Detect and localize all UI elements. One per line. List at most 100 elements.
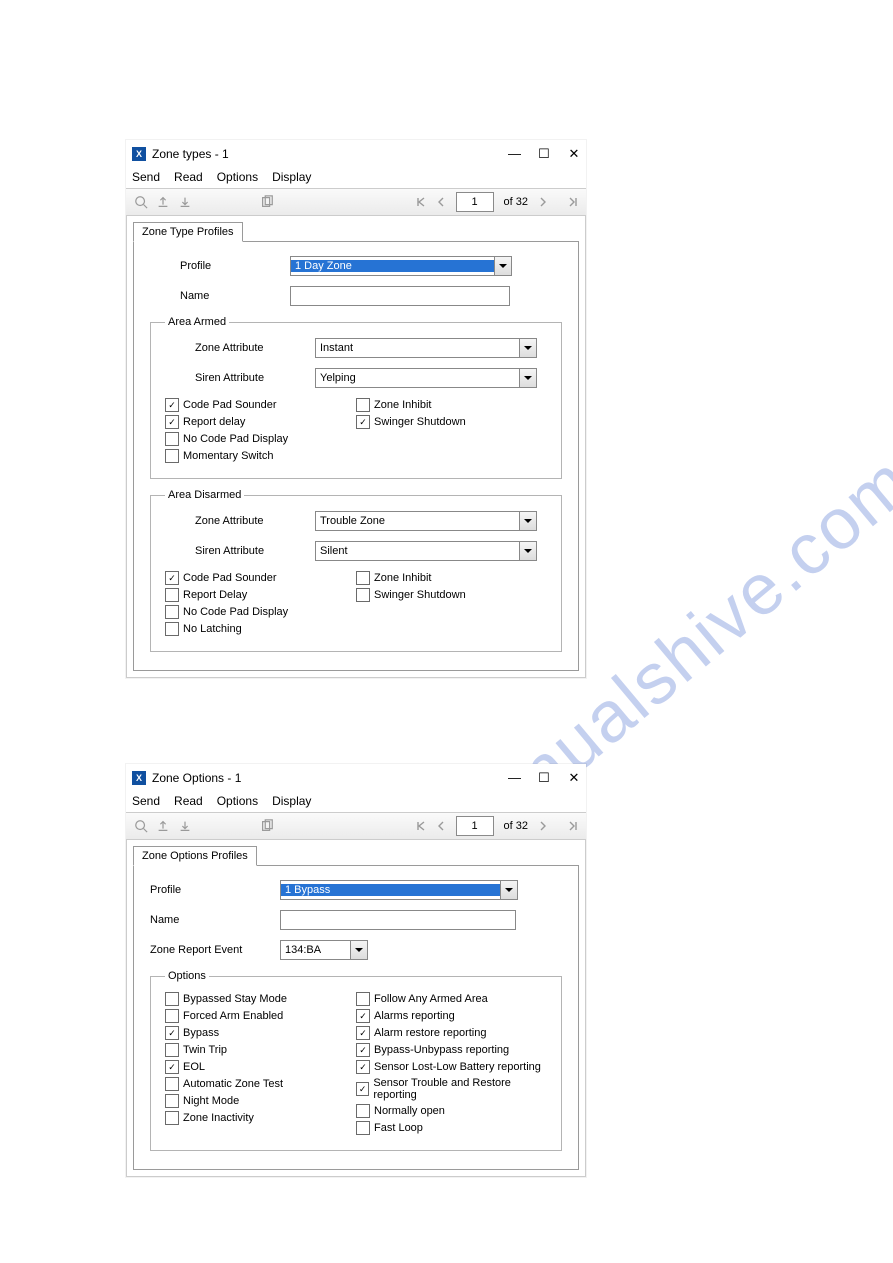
cb-forced-arm-enabled[interactable]: Forced Arm Enabled <box>165 1009 356 1023</box>
cb-code-pad-sounder[interactable]: Code Pad Sounder <box>165 571 356 585</box>
pager: 1 of 32 <box>412 192 582 212</box>
cb-zone-inhibit[interactable]: Zone Inhibit <box>356 398 547 412</box>
chevron-down-icon <box>519 369 536 387</box>
tab-panel: Profile 1 Bypass Name Zone Report Event … <box>133 865 579 1170</box>
cb-report-delay[interactable]: Report delay <box>165 415 356 429</box>
checkbox-icon <box>165 1026 179 1040</box>
search-icon[interactable] <box>130 191 152 213</box>
options-legend: Options <box>165 970 209 982</box>
disarmed-zone-attr-value: Trouble Zone <box>316 515 519 527</box>
download-icon[interactable] <box>174 815 196 837</box>
next-page-button[interactable] <box>534 193 552 211</box>
name-input[interactable] <box>280 910 516 930</box>
area-armed-group: Area Armed Zone Attribute Instant Siren … <box>150 316 562 479</box>
upload-icon[interactable] <box>152 191 174 213</box>
cb-fast-loop[interactable]: Fast Loop <box>356 1121 547 1135</box>
checkbox-icon <box>165 1060 179 1074</box>
disarmed-siren-attr-value: Silent <box>316 545 519 557</box>
first-page-button[interactable] <box>412 817 430 835</box>
maximize-button[interactable]: ☐ <box>538 146 550 162</box>
name-input[interactable] <box>290 286 510 306</box>
disarmed-zone-attr-select[interactable]: Trouble Zone <box>315 511 537 531</box>
profile-select[interactable]: 1 Bypass <box>280 880 518 900</box>
prev-page-button[interactable] <box>432 193 450 211</box>
cb-zone-inactivity[interactable]: Zone Inactivity <box>165 1111 356 1125</box>
disarmed-zone-attr-label: Zone Attribute <box>195 515 315 527</box>
cb-eol[interactable]: EOL <box>165 1060 356 1074</box>
checkbox-icon <box>356 1009 370 1023</box>
armed-zone-attr-value: Instant <box>316 342 519 354</box>
cb-normally-open[interactable]: Normally open <box>356 1104 547 1118</box>
cb-zone-inhibit[interactable]: Zone Inhibit <box>356 571 547 585</box>
cb-night-mode[interactable]: Night Mode <box>165 1094 356 1108</box>
copy-icon[interactable] <box>256 191 278 213</box>
page-input[interactable]: 1 <box>456 816 494 836</box>
checkbox-icon <box>356 1026 370 1040</box>
checkbox-icon <box>356 1082 369 1096</box>
checkbox-icon <box>165 1094 179 1108</box>
chevron-down-icon <box>519 339 536 357</box>
menu-options[interactable]: Options <box>217 794 258 808</box>
menu-display[interactable]: Display <box>272 170 311 184</box>
upload-icon[interactable] <box>152 815 174 837</box>
cb-swinger-shutdown[interactable]: Swinger Shutdown <box>356 415 547 429</box>
cb-momentary-switch[interactable]: Momentary Switch <box>165 449 356 463</box>
cb-bypass[interactable]: Bypass <box>165 1026 356 1040</box>
armed-zone-attr-select[interactable]: Instant <box>315 338 537 358</box>
cb-alarms-reporting[interactable]: Alarms reporting <box>356 1009 547 1023</box>
cb-bypass-unbypass-reporting[interactable]: Bypass-Unbypass reporting <box>356 1043 547 1057</box>
cb-sensor-lost-low-battery-reporting[interactable]: Sensor Lost-Low Battery reporting <box>356 1060 547 1074</box>
close-button[interactable]: ✕ <box>568 146 580 162</box>
cb-twin-trip[interactable]: Twin Trip <box>165 1043 356 1057</box>
menubar: Send Read Options Display <box>126 168 586 188</box>
copy-icon[interactable] <box>256 815 278 837</box>
menu-options[interactable]: Options <box>217 170 258 184</box>
menu-display[interactable]: Display <box>272 794 311 808</box>
minimize-button[interactable]: — <box>508 770 520 786</box>
close-button[interactable]: ✕ <box>568 770 580 786</box>
checkbox-icon <box>356 588 370 602</box>
checkbox-icon <box>165 605 179 619</box>
menu-read[interactable]: Read <box>174 170 203 184</box>
prev-page-button[interactable] <box>432 817 450 835</box>
menu-send[interactable]: Send <box>132 170 160 184</box>
checkbox-icon <box>165 398 179 412</box>
zone-report-event-select[interactable]: 134:BA <box>280 940 368 960</box>
first-page-button[interactable] <box>412 193 430 211</box>
cb-sensor-trouble-restore-reporting[interactable]: Sensor Trouble and Restore reporting <box>356 1077 547 1101</box>
area-disarmed-group: Area Disarmed Zone Attribute Trouble Zon… <box>150 489 562 652</box>
cb-no-code-pad-display[interactable]: No Code Pad Display <box>165 605 356 619</box>
cb-alarm-restore-reporting[interactable]: Alarm restore reporting <box>356 1026 547 1040</box>
cb-code-pad-sounder[interactable]: Code Pad Sounder <box>165 398 356 412</box>
download-icon[interactable] <box>174 191 196 213</box>
profile-select[interactable]: 1 Day Zone <box>290 256 512 276</box>
checkbox-icon <box>356 398 370 412</box>
page-input[interactable]: 1 <box>456 192 494 212</box>
app-icon: X <box>132 771 146 785</box>
checkbox-icon <box>165 432 179 446</box>
search-icon[interactable] <box>130 815 152 837</box>
last-page-button[interactable] <box>564 193 582 211</box>
minimize-button[interactable]: — <box>508 146 520 162</box>
disarmed-siren-attr-label: Siren Attribute <box>195 545 315 557</box>
cb-automatic-zone-test[interactable]: Automatic Zone Test <box>165 1077 356 1091</box>
cb-bypassed-stay-mode[interactable]: Bypassed Stay Mode <box>165 992 356 1006</box>
cb-follow-any-armed-area[interactable]: Follow Any Armed Area <box>356 992 547 1006</box>
cb-swinger-shutdown[interactable]: Swinger Shutdown <box>356 588 547 602</box>
tab-zone-type-profiles[interactable]: Zone Type Profiles <box>133 222 243 242</box>
menu-send[interactable]: Send <box>132 794 160 808</box>
cb-report-delay[interactable]: Report Delay <box>165 588 356 602</box>
armed-siren-attr-select[interactable]: Yelping <box>315 368 537 388</box>
zone-report-event-value: 134:BA <box>281 944 350 956</box>
chevron-down-icon <box>519 542 536 560</box>
disarmed-siren-attr-select[interactable]: Silent <box>315 541 537 561</box>
cb-no-code-pad-display[interactable]: No Code Pad Display <box>165 432 356 446</box>
profile-label: Profile <box>180 260 290 272</box>
next-page-button[interactable] <box>534 817 552 835</box>
menu-read[interactable]: Read <box>174 794 203 808</box>
cb-no-latching[interactable]: No Latching <box>165 622 356 636</box>
tab-zone-options-profiles[interactable]: Zone Options Profiles <box>133 846 257 866</box>
last-page-button[interactable] <box>564 817 582 835</box>
maximize-button[interactable]: ☐ <box>538 770 550 786</box>
name-label: Name <box>180 290 290 302</box>
